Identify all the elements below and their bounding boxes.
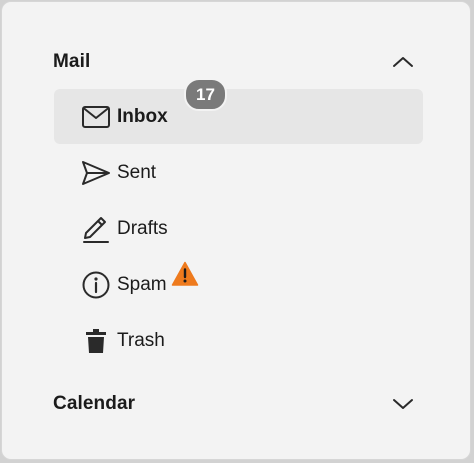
info-circle-icon — [81, 270, 111, 300]
nav-item-trash[interactable]: Trash — [54, 313, 423, 368]
nav-item-label: Inbox — [117, 105, 168, 127]
unread-count-badge: 17 — [184, 78, 227, 111]
trash-icon — [81, 326, 111, 356]
nav-item-drafts[interactable]: Drafts — [54, 201, 423, 256]
nav-item-sent[interactable]: Sent — [54, 145, 423, 200]
send-arrow-icon — [81, 158, 111, 188]
pencil-icon — [81, 214, 111, 244]
navigation-panel: Mail Inbox 17 Sent Drafts Spam Trash Cal… — [1, 1, 471, 460]
chevron-up-icon[interactable] — [391, 50, 415, 74]
warning-triangle-icon — [171, 261, 199, 287]
calendar-section-title: Calendar — [53, 393, 136, 414]
nav-item-label: Trash — [117, 329, 165, 351]
mail-section-title: Mail — [53, 51, 91, 72]
mail-section-header[interactable]: Mail — [53, 44, 425, 80]
mail-envelope-icon — [81, 102, 111, 132]
nav-item-label: Sent — [117, 161, 157, 183]
nav-item-label: Drafts — [117, 217, 168, 239]
nav-item-inbox[interactable]: Inbox 17 — [54, 78, 423, 144]
chevron-down-icon[interactable] — [391, 392, 415, 416]
nav-item-spam[interactable]: Spam — [54, 257, 423, 312]
calendar-section-header[interactable]: Calendar — [53, 386, 425, 422]
nav-item-label: Spam — [117, 273, 167, 295]
